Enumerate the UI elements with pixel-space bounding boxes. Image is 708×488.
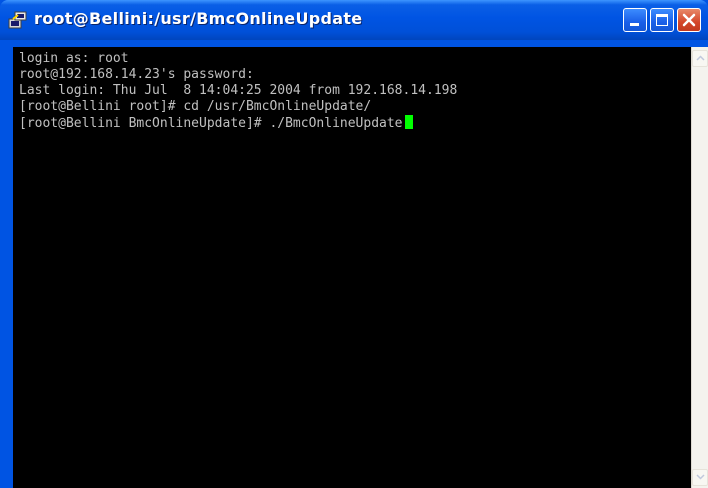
minimize-icon bbox=[630, 23, 639, 26]
terminal-line: root@192.168.14.23's password: bbox=[19, 67, 254, 82]
terminal-line: login as: root bbox=[19, 51, 129, 66]
terminal-prompt-line: [root@Bellini BmcOnlineUpdate]# ./BmcOnl… bbox=[19, 115, 457, 131]
close-icon bbox=[682, 13, 696, 27]
scroll-up-button[interactable] bbox=[692, 50, 708, 67]
title-bar[interactable]: root@Bellini:/usr/BmcOnlineUpdate bbox=[0, 0, 708, 40]
arrow-down-icon bbox=[696, 474, 705, 480]
terminal-window: root@Bellini:/usr/BmcOnlineUpdate login … bbox=[0, 0, 708, 488]
window-title: root@Bellini:/usr/BmcOnlineUpdate bbox=[34, 9, 363, 28]
maximize-button[interactable] bbox=[650, 8, 674, 32]
text-cursor bbox=[404, 115, 413, 129]
terminal-line: [root@Bellini BmcOnlineUpdate]# ./BmcOnl… bbox=[19, 116, 403, 131]
maximize-icon bbox=[656, 14, 668, 26]
terminal-line: Last login: Thu Jul 8 14:04:25 2004 from… bbox=[19, 83, 458, 98]
putty-app-icon[interactable] bbox=[8, 11, 28, 29]
vertical-scrollbar[interactable] bbox=[691, 47, 708, 488]
terminal-line: [root@Bellini root]# cd /usr/BmcOnlineUp… bbox=[19, 99, 372, 114]
terminal-lines: login as: root root@192.168.14.23's pass… bbox=[19, 51, 457, 131]
scroll-down-button[interactable] bbox=[692, 469, 708, 486]
terminal-output[interactable]: login as: root root@192.168.14.23's pass… bbox=[13, 47, 691, 488]
minimize-button[interactable] bbox=[623, 8, 647, 32]
arrow-up-icon bbox=[696, 55, 705, 61]
close-button[interactable] bbox=[677, 8, 701, 32]
